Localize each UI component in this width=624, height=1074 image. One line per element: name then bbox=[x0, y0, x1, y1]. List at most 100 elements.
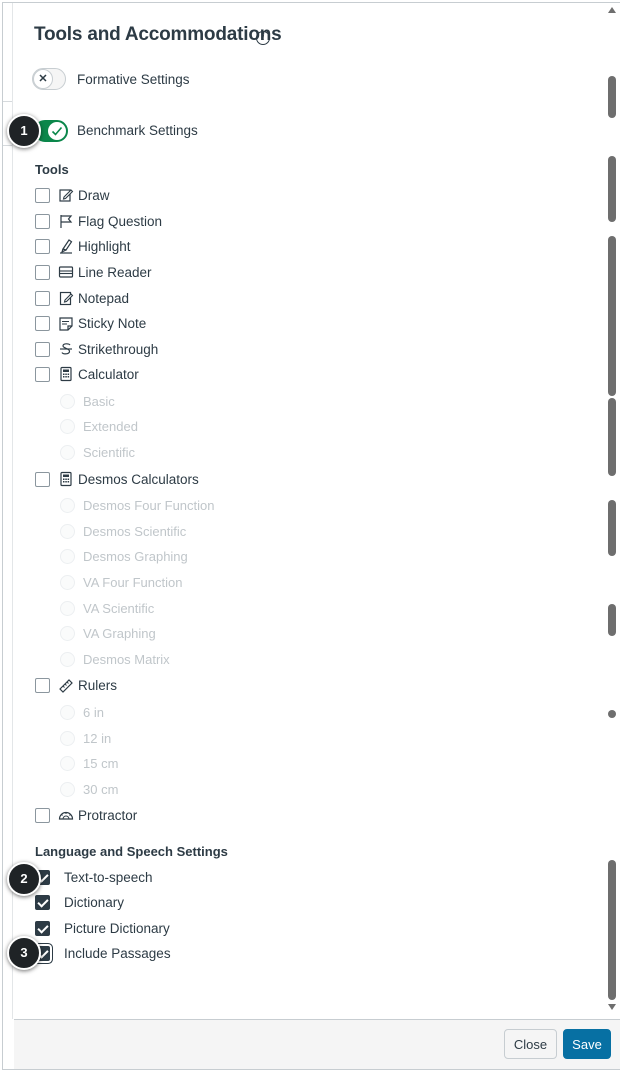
save-button[interactable]: Save bbox=[563, 1029, 611, 1059]
close-button[interactable]: Close bbox=[504, 1029, 557, 1059]
tool-label: Notepad bbox=[78, 290, 130, 306]
benchmark-settings-label: Benchmark Settings bbox=[77, 123, 198, 138]
ruler-icon bbox=[59, 679, 73, 693]
tool-label: Flag Question bbox=[78, 213, 163, 229]
close-icon: ✕ bbox=[33, 69, 53, 89]
tool-highlight[interactable]: Highlight bbox=[35, 236, 131, 256]
radio-button[interactable] bbox=[60, 704, 75, 720]
background-scrollbar-thumb[interactable] bbox=[608, 398, 616, 476]
tool-desmos-calculators[interactable]: Desmos Calculators bbox=[35, 469, 199, 489]
tool-sticky-note[interactable]: Sticky Note bbox=[35, 313, 146, 333]
radio-button[interactable] bbox=[60, 600, 75, 616]
radio-button[interactable] bbox=[60, 625, 75, 641]
tool-protractor[interactable]: Protractor bbox=[35, 805, 137, 825]
desmos-option[interactable]: Desmos Scientific bbox=[60, 522, 186, 540]
calculator-option-basic[interactable]: Basic bbox=[60, 392, 115, 410]
tool-flag-question[interactable]: Flag Question bbox=[35, 211, 162, 231]
tool-label: Draw bbox=[78, 187, 110, 203]
tool-label: Desmos Calculators bbox=[78, 471, 199, 487]
option-label: Picture Dictionary bbox=[64, 920, 170, 936]
radio-button[interactable] bbox=[60, 651, 75, 667]
tool-calculator[interactable]: Calculator bbox=[35, 364, 139, 384]
notepad-checkbox[interactable] bbox=[35, 290, 50, 306]
sticky-note-checkbox[interactable] bbox=[35, 315, 50, 331]
calculator-option-extended[interactable]: Extended bbox=[60, 417, 138, 435]
desmos-calculators-checkbox[interactable] bbox=[35, 471, 50, 487]
flag-question-checkbox[interactable] bbox=[35, 213, 50, 229]
notepad-icon bbox=[59, 291, 74, 306]
highlighter-icon bbox=[60, 239, 73, 254]
background-scrollbar-thumb[interactable] bbox=[608, 76, 616, 118]
option-label: VA Four Function bbox=[83, 574, 183, 590]
radio-button[interactable] bbox=[60, 444, 75, 460]
formative-settings-toggle[interactable]: ✕ bbox=[32, 68, 66, 90]
background-scrollbar-thumb[interactable] bbox=[608, 156, 616, 222]
rulers-checkbox[interactable] bbox=[35, 677, 50, 693]
strikethrough-checkbox[interactable] bbox=[35, 341, 50, 357]
radio-button[interactable] bbox=[60, 730, 75, 746]
tool-label: Sticky Note bbox=[78, 315, 147, 331]
line-reader-icon bbox=[58, 266, 74, 278]
background-scrollbar-thumb[interactable] bbox=[608, 710, 616, 718]
background-scrollbar-thumb[interactable] bbox=[608, 604, 616, 636]
dialog-title: Tools and Accommodations bbox=[34, 24, 282, 45]
desmos-option[interactable]: Desmos Four Function bbox=[60, 496, 215, 514]
ruler-option[interactable]: 6 in bbox=[60, 703, 104, 721]
radio-button[interactable] bbox=[60, 523, 75, 539]
protractor-checkbox[interactable] bbox=[35, 807, 50, 823]
radio-button[interactable] bbox=[60, 574, 75, 590]
tool-strikethrough[interactable]: Strikethrough bbox=[35, 339, 158, 359]
calculator-icon bbox=[60, 366, 72, 382]
picture-dictionary-checkbox[interactable] bbox=[35, 920, 50, 936]
radio-button[interactable] bbox=[60, 393, 75, 409]
desmos-option[interactable]: Desmos Matrix bbox=[60, 650, 170, 668]
ruler-option[interactable]: 15 cm bbox=[60, 754, 118, 772]
option-label: Desmos Matrix bbox=[83, 651, 170, 667]
include-passages-option[interactable]: Include Passages bbox=[35, 943, 171, 963]
option-label: 15 cm bbox=[83, 755, 119, 771]
option-label: 30 cm bbox=[83, 781, 119, 797]
desmos-option[interactable]: VA Scientific bbox=[60, 599, 154, 617]
option-label: Include Passages bbox=[64, 945, 171, 961]
draw-checkbox[interactable] bbox=[35, 187, 50, 203]
sticky-note-icon bbox=[59, 317, 73, 331]
dictionary-checkbox[interactable] bbox=[35, 894, 50, 910]
callout-badge-2: 2 bbox=[7, 862, 41, 896]
tool-label: Calculator bbox=[78, 366, 139, 382]
picture-dictionary-option[interactable]: Picture Dictionary bbox=[35, 918, 170, 938]
radio-button[interactable] bbox=[60, 418, 75, 434]
flag-icon bbox=[60, 215, 73, 228]
scroll-up-arrow-icon[interactable] bbox=[608, 7, 616, 13]
line-reader-checkbox[interactable] bbox=[35, 264, 50, 280]
tool-line-reader[interactable]: Line Reader bbox=[35, 262, 152, 282]
option-label: Extended bbox=[83, 418, 138, 434]
callout-badge-1: 1 bbox=[7, 114, 41, 148]
callout-badge-3: 3 bbox=[7, 936, 41, 970]
tool-draw[interactable]: Draw bbox=[35, 185, 110, 205]
scroll-down-arrow-icon[interactable] bbox=[608, 1004, 616, 1010]
option-label: Desmos Scientific bbox=[83, 523, 187, 539]
ruler-option[interactable]: 12 in bbox=[60, 729, 111, 747]
option-label: Desmos Four Function bbox=[83, 497, 215, 513]
scrollbar-thumb[interactable] bbox=[608, 860, 616, 1000]
radio-button[interactable] bbox=[60, 548, 75, 564]
ruler-option[interactable]: 30 cm bbox=[60, 780, 118, 798]
desmos-option[interactable]: VA Four Function bbox=[60, 573, 182, 591]
text-to-speech-option[interactable]: Text-to-speech bbox=[35, 867, 153, 887]
radio-button[interactable] bbox=[60, 755, 75, 771]
background-scrollbar-thumb[interactable] bbox=[608, 500, 616, 556]
desmos-option[interactable]: Desmos Graphing bbox=[60, 547, 188, 565]
dictionary-option[interactable]: Dictionary bbox=[35, 892, 124, 912]
calculator-checkbox[interactable] bbox=[35, 366, 50, 382]
highlight-checkbox[interactable] bbox=[35, 238, 50, 254]
calculator-option-scientific[interactable]: Scientific bbox=[60, 443, 135, 461]
desmos-option[interactable]: VA Graphing bbox=[60, 624, 156, 642]
draw-icon bbox=[59, 189, 74, 202]
background-scrollbar-thumb[interactable] bbox=[608, 236, 616, 396]
tool-rulers[interactable]: Rulers bbox=[35, 675, 117, 695]
info-icon[interactable]: i bbox=[256, 31, 270, 45]
tool-notepad[interactable]: Notepad bbox=[35, 288, 129, 308]
radio-button[interactable] bbox=[60, 497, 75, 513]
radio-button[interactable] bbox=[60, 781, 75, 797]
language-speech-heading: Language and Speech Settings bbox=[35, 844, 228, 859]
